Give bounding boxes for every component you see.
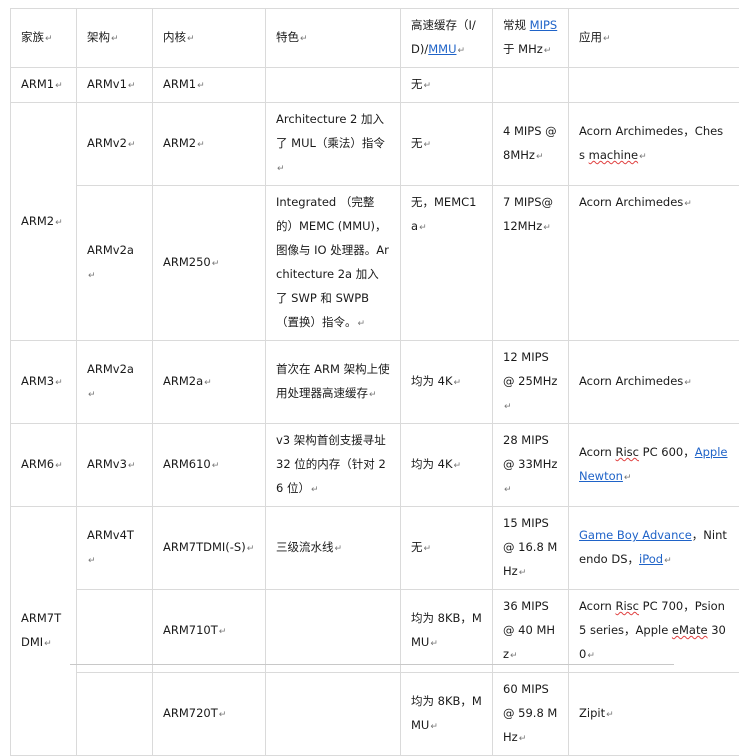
cache-cell: 均为 4K↵ — [401, 424, 493, 507]
feature-cell — [266, 590, 401, 673]
core-cell: ARM250↵ — [153, 186, 266, 341]
arch-cell — [77, 590, 153, 673]
header-app: 应用↵ — [569, 9, 739, 68]
feature-cell: v3 架构首创支援寻址 32 位的内存（针对 26 位）↵ — [266, 424, 401, 507]
arch-cell: ARMv4T↵ — [77, 507, 153, 590]
table-row: ARM710T↵ 均为 8KB，MMU↵ 36 MIPS @ 40 MHz↵ A… — [11, 590, 739, 673]
mips-cell — [493, 68, 569, 103]
feature-cell: 首次在 ARM 架构上使用处理器高速缓存↵ — [266, 341, 401, 424]
game-boy-advance-link[interactable]: Game Boy Advance — [579, 528, 692, 542]
table-row: ARMv2a↵ ARM250↵ Integrated （完整的）MEMC (MM… — [11, 186, 739, 341]
app-cell: Acorn Risc PC 600，Apple Newton↵ — [569, 424, 739, 507]
mmu-link[interactable]: MMU — [428, 42, 456, 56]
arch-cell — [77, 673, 153, 756]
table-row: ARM7TDMI↵ ARMv4T↵ ARM7TDMI(-S)↵ 三级流水线↵ 无… — [11, 507, 739, 590]
arch-cell: ARMv1↵ — [77, 68, 153, 103]
header-cache: 高速缓存（I/D)/MMU↵ — [401, 9, 493, 68]
arch-cell: ARMv3↵ — [77, 424, 153, 507]
mips-cell: 12 MIPS @ 25MHz↵ — [493, 341, 569, 424]
core-cell: ARM610↵ — [153, 424, 266, 507]
app-cell: Zipit↵ — [569, 673, 739, 756]
core-cell: ARM2a↵ — [153, 341, 266, 424]
arch-cell: ARMv2a↵ — [77, 341, 153, 424]
family-cell: ARM7TDMI↵ — [11, 507, 77, 756]
header-feature: 特色↵ — [266, 9, 401, 68]
app-cell: Game Boy Advance，Nintendo DS，iPod↵ — [569, 507, 739, 590]
table-row: ARM720T↵ 均为 8KB，MMU↵ 60 MIPS @ 59.8 MHz↵… — [11, 673, 739, 756]
family-cell: ARM2↵ — [11, 103, 77, 341]
core-cell: ARM720T↵ — [153, 673, 266, 756]
table-row: ARM3↵ ARMv2a↵ ARM2a↵ 首次在 ARM 架构上使用处理器高速缓… — [11, 341, 739, 424]
app-cell: Acorn Archimedes，Chess machine↵ — [569, 103, 739, 186]
app-cell: Acorn Risc PC 700，Psion 5 series，Apple e… — [569, 590, 739, 673]
core-cell: ARM710T↵ — [153, 590, 266, 673]
feature-cell: Architecture 2 加入了 MUL（乘法）指令↵ — [266, 103, 401, 186]
core-cell: ARM2↵ — [153, 103, 266, 186]
header-row: 家族↵ 架构↵ 内核↵ 特色↵ 高速缓存（I/D)/MMU↵ 常规 MIPS于 … — [11, 9, 739, 68]
feature-cell: 三级流水线↵ — [266, 507, 401, 590]
mips-link[interactable]: MIPS — [530, 18, 558, 32]
mips-cell: 15 MIPS @ 16.8 MHz↵ — [493, 507, 569, 590]
table-row: ARM6↵ ARMv3↵ ARM610↵ v3 架构首创支援寻址 32 位的内存… — [11, 424, 739, 507]
mips-cell: 36 MIPS @ 40 MHz↵ — [493, 590, 569, 673]
arm-family-table: 家族↵ 架构↵ 内核↵ 特色↵ 高速缓存（I/D)/MMU↵ 常规 MIPS于 … — [10, 8, 739, 756]
feature-cell: Integrated （完整的）MEMC (MMU)，图像与 IO 处理器。Ar… — [266, 186, 401, 341]
cache-cell: 均为 4K↵ — [401, 341, 493, 424]
mips-cell: 7 MIPS@ 12MHz↵ — [493, 186, 569, 341]
family-cell: ARM1↵ — [11, 68, 77, 103]
cache-cell: 无↵ — [401, 68, 493, 103]
mips-cell: 4 MIPS @ 8MHz↵ — [493, 103, 569, 186]
core-cell: ARM1↵ — [153, 68, 266, 103]
app-cell: Acorn Archimedes↵ — [569, 341, 739, 424]
feature-cell — [266, 68, 401, 103]
table-row: ARM1↵ ARMv1↵ ARM1↵ 无↵ — [11, 68, 739, 103]
mips-cell: 28 MIPS @ 33MHz↵ — [493, 424, 569, 507]
core-cell: ARM7TDMI(-S)↵ — [153, 507, 266, 590]
ipod-link[interactable]: iPod — [639, 552, 663, 566]
cache-cell: 均为 8KB，MMU↵ — [401, 590, 493, 673]
cache-cell: 无↵ — [401, 507, 493, 590]
cache-cell: 无↵ — [401, 103, 493, 186]
app-cell: Acorn Archimedes↵ — [569, 186, 739, 341]
app-cell — [569, 68, 739, 103]
arch-cell: ARMv2a↵ — [77, 186, 153, 341]
header-core: 内核↵ — [153, 9, 266, 68]
header-mips: 常规 MIPS于 MHz↵ — [493, 9, 569, 68]
cache-cell: 无，MEMC1a↵ — [401, 186, 493, 341]
header-family: 家族↵ — [11, 9, 77, 68]
arch-cell: ARMv2↵ — [77, 103, 153, 186]
table-row: ARM2↵ ARMv2↵ ARM2↵ Architecture 2 加入了 MU… — [11, 103, 739, 186]
feature-cell — [266, 673, 401, 756]
family-cell: ARM6↵ — [11, 424, 77, 507]
cache-cell: 均为 8KB，MMU↵ — [401, 673, 493, 756]
horizontal-scrollbar[interactable] — [70, 664, 674, 668]
family-cell: ARM3↵ — [11, 341, 77, 424]
mips-cell: 60 MIPS @ 59.8 MHz↵ — [493, 673, 569, 756]
header-arch: 架构↵ — [77, 9, 153, 68]
